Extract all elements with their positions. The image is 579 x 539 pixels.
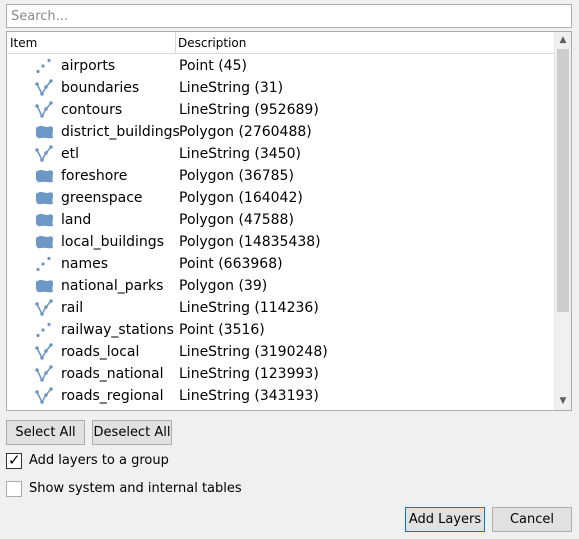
layer-row[interactable]: airports Point (45) [7, 55, 554, 77]
layer-name: greenspace [61, 190, 143, 206]
show-system-tables-checkbox[interactable] [6, 481, 22, 497]
layer-name: roads_national [61, 366, 164, 382]
add-to-group-label: Add layers to a group [29, 453, 169, 468]
layer-row[interactable]: district_buildings Polygon (2760488) [7, 121, 554, 143]
layer-description: LineString (123993) [179, 366, 319, 382]
layer-name: land [61, 212, 92, 228]
layer-row[interactable]: local_buildings Polygon (14835438) [7, 231, 554, 253]
polygon-layer-icon [34, 277, 54, 295]
polygon-layer-icon [34, 211, 54, 229]
layer-description: Polygon (36785) [179, 168, 294, 184]
show-system-tables-label: Show system and internal tables [29, 481, 242, 496]
layer-row[interactable]: etl LineString (3450) [7, 143, 554, 165]
line-layer-icon [34, 299, 54, 317]
layer-row[interactable]: roads_local LineString (3190248) [7, 341, 554, 363]
polygon-layer-icon [34, 233, 54, 251]
layer-row[interactable]: roads_regional LineString (343193) [7, 385, 554, 407]
checkmark-icon: ✓ [8, 451, 21, 469]
layer-description: Polygon (39) [179, 278, 268, 294]
line-layer-icon [34, 101, 54, 119]
layer-row[interactable]: railway_stations Point (3516) [7, 319, 554, 341]
line-layer-icon [34, 79, 54, 97]
point-layer-icon [34, 57, 54, 75]
add-layers-button[interactable]: Add Layers [405, 507, 485, 532]
polygon-layer-icon [34, 123, 54, 141]
layer-row[interactable]: greenspace Polygon (164042) [7, 187, 554, 209]
layer-description: Polygon (14835438) [179, 234, 321, 250]
layer-row[interactable]: national_parks Polygon (39) [7, 275, 554, 297]
layer-row[interactable]: boundaries LineString (31) [7, 77, 554, 99]
layer-description: Point (3516) [179, 322, 265, 338]
layer-description: Polygon (164042) [179, 190, 303, 206]
layer-description: Point (45) [179, 58, 247, 74]
layer-name: airports [61, 58, 116, 74]
layer-row[interactable]: contours LineString (952689) [7, 99, 554, 121]
point-layer-icon [34, 255, 54, 273]
layer-description: LineString (3190248) [179, 344, 328, 360]
layer-name: local_buildings [61, 234, 164, 250]
search-input[interactable] [6, 4, 572, 28]
layer-description: LineString (31) [179, 80, 284, 96]
polygon-layer-icon [34, 189, 54, 207]
layer-row[interactable]: names Point (663968) [7, 253, 554, 275]
line-layer-icon [34, 145, 54, 163]
polygon-layer-icon [34, 409, 54, 410]
deselect-all-button[interactable]: Deselect All [92, 420, 172, 445]
layer-description: LineString (952689) [179, 102, 319, 118]
layer-name: etl [61, 146, 79, 162]
polygon-layer-icon [34, 167, 54, 185]
vertical-scrollbar[interactable]: ▲ ▼ [554, 32, 571, 410]
layer-name: contours [61, 102, 123, 118]
layer-name: national_parks [61, 278, 164, 294]
column-header-description[interactable]: Description [176, 32, 554, 54]
layer-description: LineString (343193) [179, 388, 319, 404]
line-layer-icon [34, 365, 54, 383]
tree-header: Item Description [7, 32, 554, 54]
layer-description: Polygon (47588) [179, 212, 294, 228]
layer-list: airports Point (45) boundaries LineString (… [7, 55, 554, 410]
layer-description: Point (663968) [179, 256, 283, 272]
layer-row[interactable] [7, 407, 554, 410]
select-all-button[interactable]: Select All [6, 420, 85, 445]
layer-row[interactable]: land Polygon (47588) [7, 209, 554, 231]
layer-name: railway_stations [61, 322, 174, 338]
point-layer-icon [34, 321, 54, 339]
layer-name: names [61, 256, 108, 272]
scrollbar-thumb[interactable] [557, 49, 569, 312]
layer-row[interactable]: foreshore Polygon (36785) [7, 165, 554, 187]
layer-name: foreshore [61, 168, 128, 184]
layer-name: roads_local [61, 344, 140, 360]
scroll-down-arrow-icon[interactable]: ▼ [555, 393, 571, 410]
layer-description: LineString (114236) [179, 300, 319, 316]
layer-row[interactable]: roads_national LineString (123993) [7, 363, 554, 385]
layer-row[interactable]: rail LineString (114236) [7, 297, 554, 319]
scroll-up-arrow-icon[interactable]: ▲ [555, 32, 571, 49]
cancel-button[interactable]: Cancel [492, 507, 572, 532]
line-layer-icon [34, 343, 54, 361]
add-to-group-checkbox[interactable]: ✓ [6, 451, 22, 469]
layer-tree[interactable]: Item Description airports Point (45) bound… [6, 31, 572, 411]
line-layer-icon [34, 387, 54, 405]
layer-description: Polygon (2760488) [179, 124, 312, 140]
layer-name: rail [61, 300, 84, 316]
layer-name: roads_regional [61, 388, 164, 404]
column-header-item[interactable]: Item [7, 32, 176, 54]
layer-description: LineString (3450) [179, 146, 301, 162]
layer-name: boundaries [61, 80, 140, 96]
layer-name: district_buildings [61, 124, 180, 140]
